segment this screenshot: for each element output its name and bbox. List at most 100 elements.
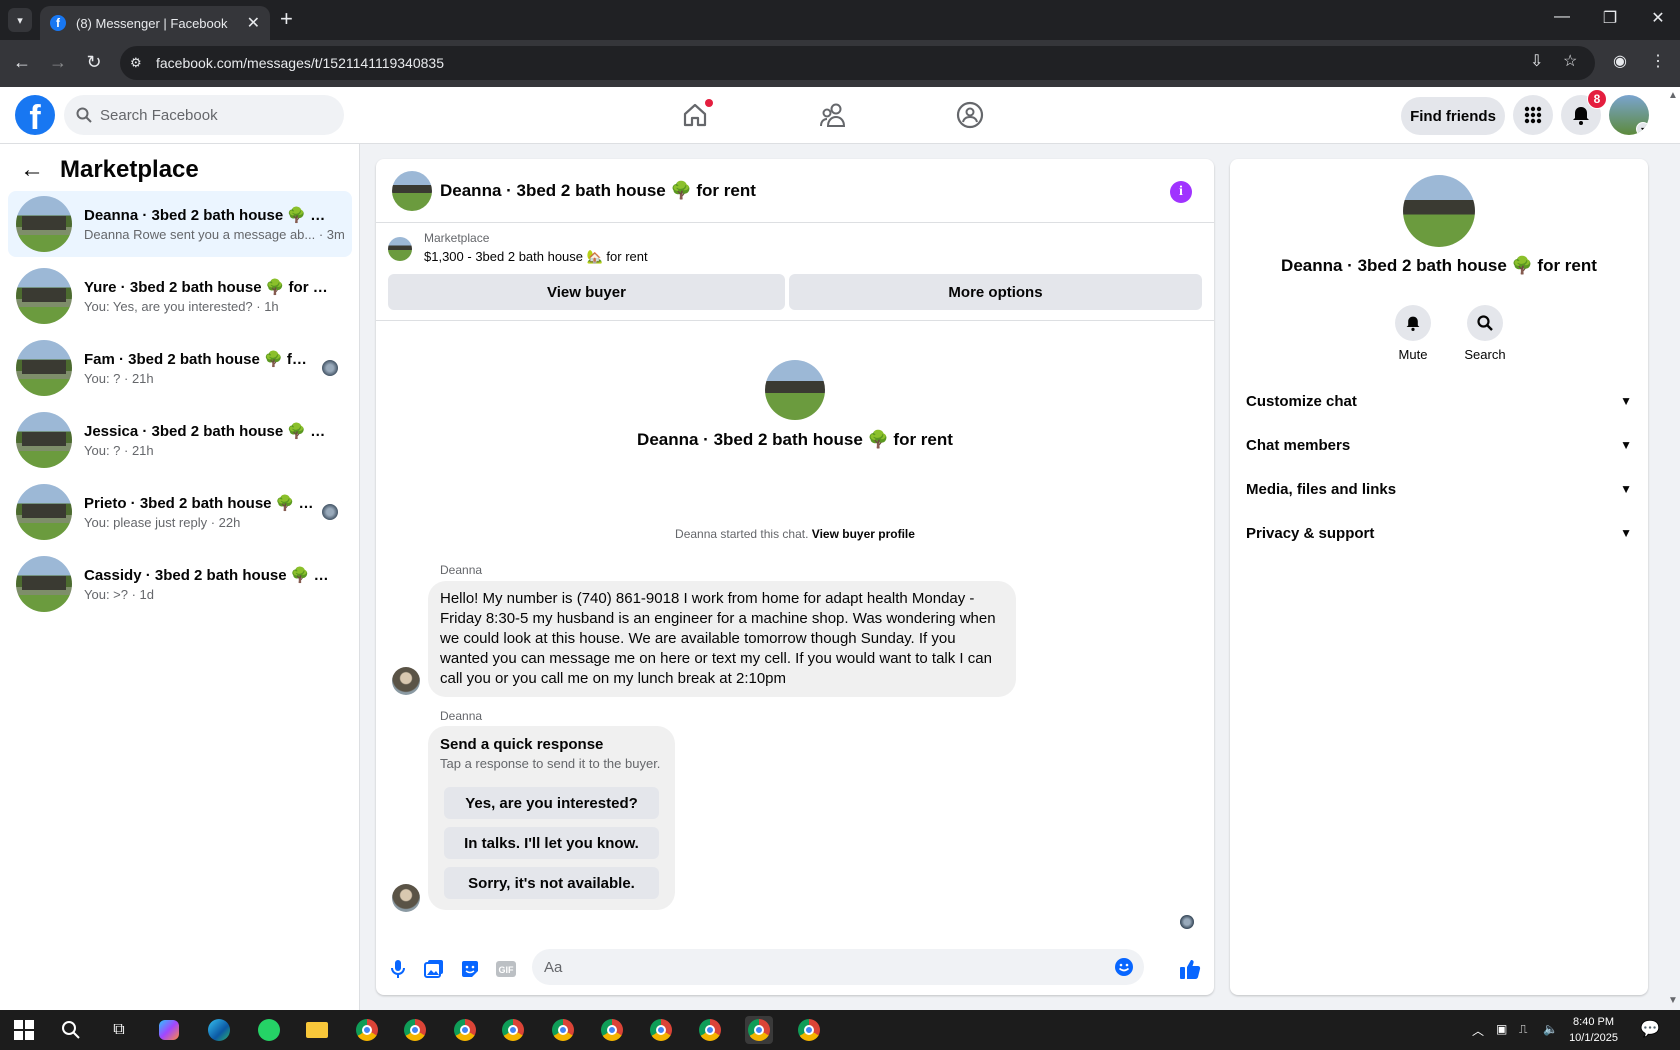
profile-name: Deanna · 3bed 2 bath house 🌳 for rent <box>637 430 953 449</box>
conversation-preview: You: >? · 1d <box>84 587 154 602</box>
chat-started-notice: Deanna started this chat. View buyer pro… <box>376 527 1214 541</box>
search-icon <box>76 107 92 123</box>
chrome-profile-icon[interactable] <box>795 1016 823 1044</box>
scroll-down-icon[interactable]: ▼ <box>1668 995 1678 1006</box>
notifications-center-icon[interactable]: 💬 <box>1640 1019 1660 1039</box>
chrome-profile-icon[interactable] <box>647 1016 675 1044</box>
conversation-preview: You: ? · 21h <box>84 443 154 458</box>
chrome-profile-icon[interactable] <box>451 1016 479 1044</box>
listing-source-label: Marketplace <box>424 231 490 245</box>
quick-response-option[interactable]: Yes, are you interested? <box>444 787 659 819</box>
forward-icon[interactable]: → <box>46 52 70 73</box>
marketplace-chat-list: ← Marketplace Deanna · 3bed 2 bath house… <box>0 144 360 1010</box>
sticker-icon[interactable] <box>458 957 482 981</box>
system-clock[interactable]: 8:40 PM 10/1/2025 <box>1569 1014 1618 1046</box>
close-tab-icon[interactable]: ✕ <box>247 13 260 33</box>
new-tab-button[interactable]: + <box>280 8 293 30</box>
chrome-menu-icon[interactable]: ⋮ <box>1650 51 1666 71</box>
file-explorer-icon[interactable] <box>303 1016 331 1044</box>
info-icon[interactable]: i <box>1170 181 1192 203</box>
bell-icon <box>1395 305 1431 341</box>
omnibox[interactable]: ⚙ facebook.com/messages/t/15211411193408… <box>120 46 1595 80</box>
browser-tab[interactable]: f (8) Messenger | Facebook ✕ <box>40 6 270 40</box>
conversation-thumbnail <box>16 556 72 612</box>
view-buyer-button[interactable]: View buyer <box>388 274 785 310</box>
conversation-item[interactable]: Deanna · 3bed 2 bath house 🌳 for rent Dea… <box>8 191 352 257</box>
edge-icon[interactable] <box>205 1016 233 1044</box>
chrome-active-icon[interactable] <box>745 1016 773 1044</box>
site-info-icon[interactable]: ⚙ <box>130 55 142 71</box>
network-icon[interactable]: ⎍ <box>1519 1022 1527 1037</box>
chrome-profile-icon[interactable] <box>598 1016 626 1044</box>
marketplace-title: Marketplace <box>60 156 199 183</box>
facebook-logo-icon[interactable]: f <box>15 95 55 135</box>
volume-icon[interactable]: 🔈 <box>1543 1022 1558 1036</box>
sender-avatar <box>392 667 420 695</box>
chrome-profile-icon[interactable] <box>401 1016 429 1044</box>
chat-header[interactable]: Deanna · 3bed 2 bath house 🌳 for rent i <box>376 159 1214 223</box>
search-input[interactable]: Search Facebook <box>64 95 344 135</box>
emoji-icon[interactable] <box>1114 957 1134 977</box>
taskbar-search-icon[interactable] <box>57 1016 85 1044</box>
media-files-links-section[interactable]: Media, files and links ▼ <box>1246 474 1632 504</box>
conversation-preview: You: please just reply · 22h <box>84 515 241 530</box>
chevron-down-icon: ▼ <box>1620 438 1632 452</box>
quick-response-option[interactable]: Sorry, it's not available. <box>444 867 659 899</box>
customize-chat-section[interactable]: Customize chat ▼ <box>1246 386 1632 416</box>
back-arrow-icon[interactable]: ← <box>20 156 44 184</box>
message-sender: Deanna <box>440 563 483 577</box>
tab-title: (8) Messenger | Facebook <box>76 15 228 31</box>
task-view-icon[interactable]: ⧉ <box>105 1016 133 1044</box>
profile-icon[interactable]: ◉ <box>1613 51 1627 71</box>
install-app-icon[interactable]: ⇩ <box>1530 51 1543 71</box>
tab-search-button[interactable]: ▾ <box>8 8 32 32</box>
conversation-item[interactable]: Cassidy · 3bed 2 bath house 🌳 for rent Yo… <box>8 551 352 617</box>
meet-icon[interactable]: ▣ <box>1496 1022 1507 1036</box>
back-icon[interactable]: ← <box>10 52 34 73</box>
quick-response-title: Send a quick response <box>440 736 604 753</box>
microphone-icon[interactable] <box>386 957 410 981</box>
chrome-profile-icon[interactable] <box>696 1016 724 1044</box>
search-in-chat-button[interactable]: Search <box>1455 305 1515 362</box>
reload-icon[interactable]: ↻ <box>82 52 106 73</box>
whatsapp-icon[interactable] <box>255 1016 283 1044</box>
more-options-button[interactable]: More options <box>789 274 1202 310</box>
find-friends-button[interactable]: Find friends <box>1401 97 1505 135</box>
conversation-item[interactable]: Jessica · 3bed 2 bath house 🌳 for rent Yo… <box>8 407 352 473</box>
conversation-name: Deanna · 3bed 2 bath house 🌳 for rent <box>84 207 330 224</box>
mute-button[interactable]: Mute <box>1383 305 1443 362</box>
privacy-support-section[interactable]: Privacy & support ▼ <box>1246 518 1632 548</box>
quick-response-option[interactable]: In talks. I'll let you know. <box>444 827 659 859</box>
close-window-icon[interactable]: ✕ <box>1643 8 1673 28</box>
view-buyer-profile-link[interactable]: View buyer profile <box>812 527 915 541</box>
chrome-icon[interactable] <box>353 1016 381 1044</box>
conversation-item[interactable]: Fam · 3bed 2 bath house 🌳 for rent You: ?… <box>8 335 352 401</box>
chrome-profile-icon[interactable] <box>499 1016 527 1044</box>
account-avatar[interactable]: ▾ <box>1609 95 1649 135</box>
thumbs-up-icon[interactable] <box>1178 957 1202 981</box>
bookmark-star-icon[interactable]: ☆ <box>1563 51 1577 71</box>
start-icon[interactable] <box>10 1016 38 1044</box>
groups-nav-icon[interactable] <box>950 97 990 133</box>
copilot-icon[interactable] <box>155 1016 183 1044</box>
restore-icon[interactable]: ❐ <box>1595 8 1625 28</box>
show-hidden-icons-icon[interactable]: ︿ <box>1472 1022 1484 1039</box>
conversation-item[interactable]: Prieto · 3bed 2 bath house 🌳 for rent You… <box>8 479 352 545</box>
chrome-profile-icon[interactable] <box>549 1016 577 1044</box>
minimize-icon[interactable]: — <box>1547 8 1577 26</box>
conversation-name: Jessica · 3bed 2 bath house 🌳 for rent <box>84 423 330 440</box>
menu-grid-icon[interactable] <box>1513 95 1553 135</box>
scroll-up-icon[interactable]: ▲ <box>1668 90 1678 101</box>
conversation-name: Fam · 3bed 2 bath house 🌳 for rent <box>84 351 314 368</box>
facebook-favicon-icon: f <box>50 15 66 31</box>
message-input[interactable]: Aa <box>532 949 1144 985</box>
details-avatar <box>1403 175 1475 247</box>
conversation-preview: You: Yes, are you interested? · 1h <box>84 299 279 314</box>
home-nav-icon[interactable] <box>675 97 715 133</box>
gif-icon[interactable]: GIF <box>494 957 518 981</box>
chat-members-section[interactable]: Chat members ▼ <box>1246 430 1632 460</box>
conversation-item[interactable]: Yure · 3bed 2 bath house 🌳 for rent You: … <box>8 263 352 329</box>
friends-nav-icon[interactable] <box>813 97 853 133</box>
photo-icon[interactable] <box>422 957 446 981</box>
chat-details-panel: Deanna · 3bed 2 bath house 🌳 for rent Mu… <box>1230 159 1648 995</box>
